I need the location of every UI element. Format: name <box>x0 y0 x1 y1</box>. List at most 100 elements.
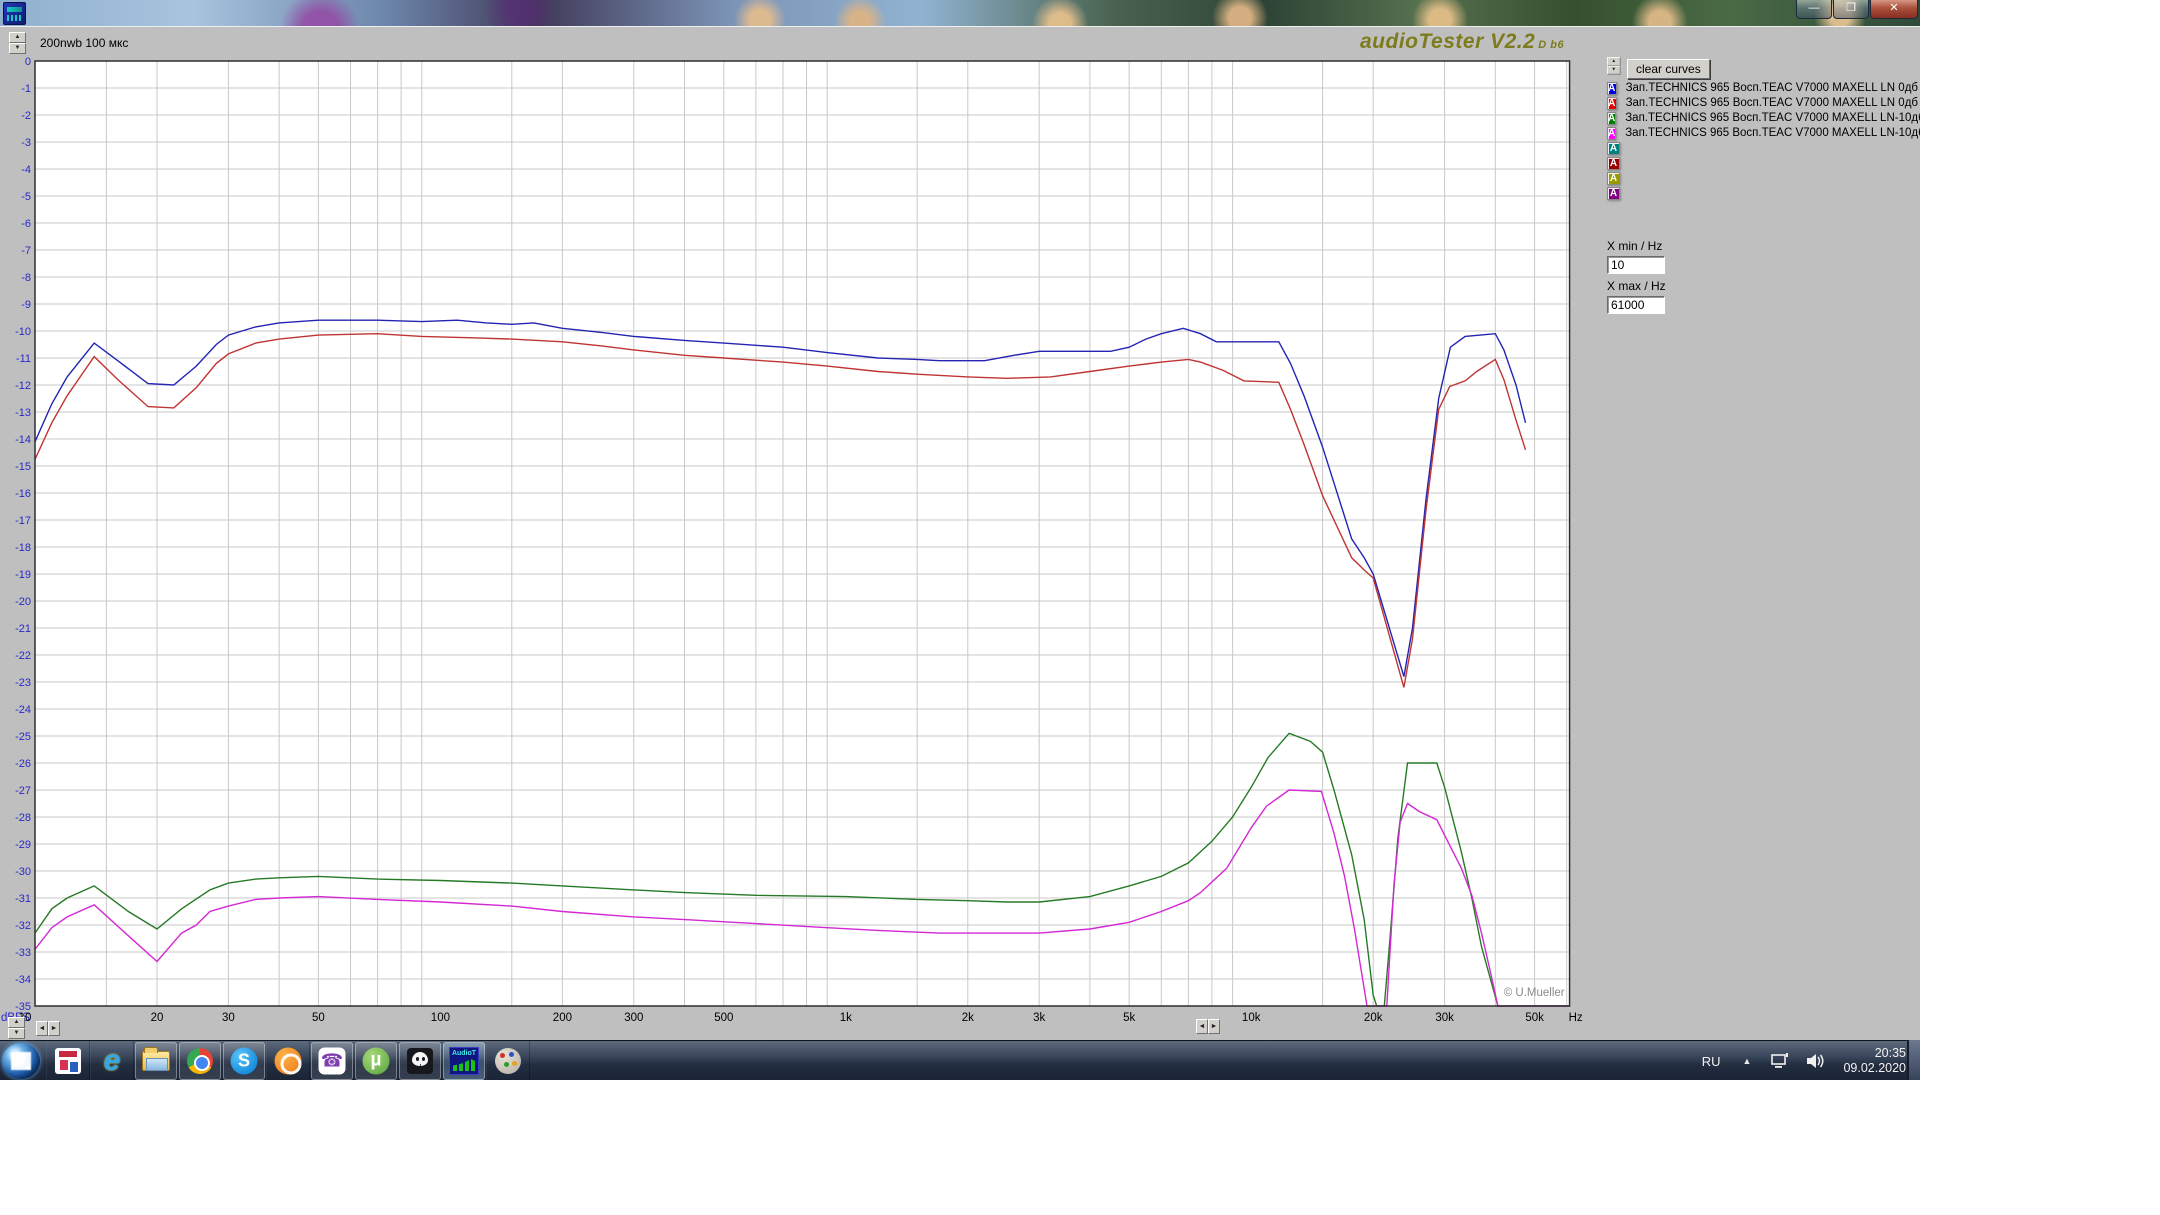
x-scroll-right-group[interactable]: ◄ ► <box>1196 1019 1220 1034</box>
legend-row[interactable]: A <box>1607 171 1918 185</box>
svg-text:-2: -2 <box>21 110 31 122</box>
svg-text:-7: -7 <box>21 245 31 257</box>
svg-text:-8: -8 <box>21 272 31 284</box>
restore-button[interactable]: ❐ <box>1833 0 1869 19</box>
scroll-left-icon[interactable]: ◄ <box>36 1021 48 1036</box>
windows-logo-icon <box>11 1052 31 1070</box>
xmax-label: X max / Hz <box>1607 279 1807 293</box>
xmin-label: X min / Hz <box>1607 239 1807 253</box>
legend-label: Зап.TECHNICS 965 Восп.TEAC V7000 MAXELL … <box>1626 82 1918 94</box>
svg-text:Hz: Hz <box>1569 1012 1583 1024</box>
tray-chevron-icon[interactable]: ▲ <box>1743 1056 1752 1066</box>
frequency-response-chart: 0-1-2-3-4-5-6-7-8-9-10-11-12-13-14-15-16… <box>0 27 1600 1041</box>
svg-text:-9: -9 <box>21 299 31 311</box>
svg-text:10k: 10k <box>1242 1012 1261 1024</box>
svg-text:200: 200 <box>553 1012 572 1024</box>
curve-color-swatch-icon[interactable]: A <box>1607 142 1620 155</box>
start-button[interactable] <box>2 1043 40 1079</box>
svg-text:500: 500 <box>714 1012 733 1024</box>
legend-row[interactable]: A <box>1607 141 1918 155</box>
svg-text:-26: -26 <box>15 758 31 770</box>
legend-row[interactable]: A Зап.TECHNICS 965 Восп.TEAC V7000 MAXELL… <box>1607 126 1918 140</box>
clock-date: 09.02.2020 <box>1843 1061 1906 1076</box>
xmin-field-group: X min / Hz <box>1607 239 1807 274</box>
legend-row[interactable]: A <box>1607 156 1918 170</box>
taskbar-icon-app-red-white[interactable] <box>46 1041 90 1080</box>
svg-text:20k: 20k <box>1364 1012 1383 1024</box>
taskbar-icon-viber[interactable] <box>311 1042 353 1080</box>
svg-text:-34: -34 <box>15 974 31 986</box>
svg-text:-32: -32 <box>15 920 31 932</box>
curve-color-swatch-icon[interactable]: A <box>1607 97 1617 110</box>
volume-icon[interactable] <box>1805 1052 1825 1070</box>
curve-color-swatch-icon[interactable]: A <box>1607 187 1620 200</box>
curve-color-swatch-icon[interactable]: A <box>1607 172 1620 185</box>
svg-text:300: 300 <box>624 1012 643 1024</box>
scroll-right-icon[interactable]: ► <box>1208 1019 1220 1034</box>
spin-down-icon[interactable]: ▼ <box>8 1028 25 1039</box>
language-indicator[interactable]: RU <box>1702 1054 1721 1069</box>
svg-text:30k: 30k <box>1435 1012 1454 1024</box>
svg-text:1k: 1k <box>840 1012 852 1024</box>
taskbar-icon-chrome[interactable] <box>179 1042 221 1080</box>
curve-color-swatch-icon[interactable]: A <box>1607 127 1616 140</box>
close-button[interactable]: ✕ <box>1870 0 1918 19</box>
clock-time: 20:35 <box>1843 1046 1906 1061</box>
curve-color-swatch-icon[interactable]: A <box>1607 157 1620 170</box>
legend-spinner[interactable]: ▲ ▼ <box>1607 57 1621 75</box>
x-scroll-left-right[interactable]: ◄ ► <box>36 1021 60 1036</box>
svg-text:-5: -5 <box>21 191 31 203</box>
svg-text:-22: -22 <box>15 650 31 662</box>
audiotester-window-icon[interactable] <box>3 2 26 25</box>
spin-down-icon[interactable]: ▼ <box>1607 66 1621 75</box>
curve-color-swatch-icon[interactable]: A <box>1607 112 1616 125</box>
taskbar-icon-utorrent[interactable]: µ <box>355 1042 397 1080</box>
legend-label: Зап.TECHNICS 965 Восп.TEAC V7000 MAXELL … <box>1626 97 1918 109</box>
scroll-right-icon[interactable]: ► <box>48 1021 60 1036</box>
svg-text:-11: -11 <box>16 353 31 365</box>
curve-color-swatch-icon[interactable]: A <box>1607 82 1617 95</box>
svg-text:20: 20 <box>151 1012 164 1024</box>
xmin-input[interactable] <box>1607 256 1665 274</box>
svg-text:© U.Mueller: © U.Mueller <box>1504 987 1565 999</box>
legend-row[interactable]: A Зап.TECHNICS 965 Восп.TEAC V7000 MAXELL… <box>1607 96 1918 110</box>
svg-text:30: 30 <box>222 1012 235 1024</box>
svg-text:100: 100 <box>431 1012 450 1024</box>
clock[interactable]: 20:35 09.02.2020 <box>1843 1046 1906 1076</box>
taskbar-icon-file-explorer[interactable] <box>135 1042 177 1080</box>
taskbar-icon-helm-orange[interactable] <box>266 1041 310 1080</box>
svg-text:2k: 2k <box>962 1012 974 1024</box>
svg-text:-4: -4 <box>21 164 31 176</box>
svg-text:5k: 5k <box>1123 1012 1135 1024</box>
xmax-input[interactable] <box>1607 296 1665 314</box>
svg-text:-13: -13 <box>15 407 31 419</box>
scroll-left-icon[interactable]: ◄ <box>1196 1019 1208 1034</box>
audiotester-client-area: ▲ ▼ 200nwb 100 мкс audioTester V2.2D b6 … <box>0 26 1920 1040</box>
icon-waveform <box>7 15 22 21</box>
taskbar-icons: e Sµ AudioT <box>46 1041 530 1080</box>
svg-text:-25: -25 <box>15 731 31 743</box>
svg-text:-15: -15 <box>15 461 31 473</box>
svg-text:-14: -14 <box>15 434 31 446</box>
taskbar-icon-paint-palette[interactable] <box>486 1041 530 1080</box>
legend-row[interactable]: A Зап.TECHNICS 965 Восп.TEAC V7000 MAXELL… <box>1607 81 1918 95</box>
svg-text:50k: 50k <box>1525 1012 1544 1024</box>
legend-row[interactable]: A Зап.TECHNICS 965 Восп.TEAC V7000 MAXELL… <box>1607 111 1918 125</box>
bottom-left-spinner[interactable]: ▲ ▼ <box>8 1017 25 1039</box>
spin-up-icon[interactable]: ▲ <box>8 1017 25 1028</box>
svg-text:-30: -30 <box>15 866 31 878</box>
legend-label: Зап.TECHNICS 965 Восп.TEAC V7000 MAXELL … <box>1625 112 1920 124</box>
taskbar-icon-audiotester[interactable]: AudioT <box>443 1042 485 1080</box>
legend-label: Зап.TECHNICS 965 Восп.TEAC V7000 MAXELL … <box>1625 127 1920 139</box>
spin-up-icon[interactable]: ▲ <box>1607 57 1621 66</box>
minimize-button[interactable]: — <box>1796 0 1832 19</box>
taskbar-icon-skype[interactable]: S <box>223 1042 265 1080</box>
clear-curves-button[interactable]: clear curves <box>1627 59 1710 79</box>
taskbar-icon-foobar2000[interactable] <box>399 1042 441 1080</box>
screen: — ❐ ✕ ▲ ▼ 200nwb 100 мкс audioTester V2.… <box>0 0 1920 1080</box>
window-controls: — ❐ ✕ <box>1795 0 1918 19</box>
legend-row[interactable]: A <box>1607 186 1918 200</box>
taskbar-icon-internet-explorer[interactable]: e <box>90 1041 134 1080</box>
network-icon[interactable] <box>1771 1052 1793 1070</box>
show-desktop-button[interactable] <box>1907 1040 1920 1080</box>
